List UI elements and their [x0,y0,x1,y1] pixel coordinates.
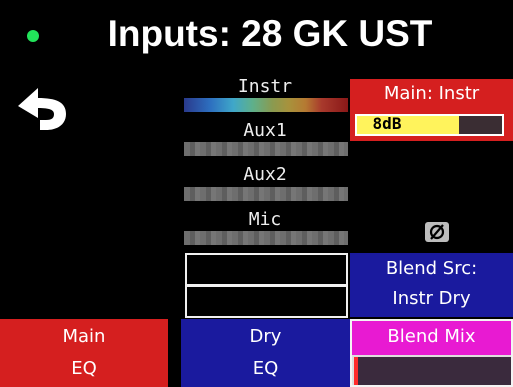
blend-source-label: Blend Src: [385,258,478,279]
blend-mix-slider-fill [354,357,358,385]
blend-mix-label: Blend Mix [387,326,476,347]
meter-label-aux1: Aux1 [243,120,287,141]
empty-slot-1 [185,253,348,286]
page-title: Inputs: 28 GK UST [107,13,433,54]
meter-aux2 [184,187,348,201]
empty-slot-2 [185,285,348,318]
blend-source-value: Instr Dry [392,288,471,309]
gain-value: 8dB [372,114,402,133]
dry-eq-line2: EQ [252,358,279,379]
meter-mic [184,231,348,245]
status-indicator [27,30,39,42]
meter-label-instr: Instr [237,76,293,97]
main-eq-button[interactable]: Main EQ [0,319,168,387]
back-arrow-icon[interactable] [14,86,76,132]
dry-eq-line1: Dry [249,326,282,347]
phase-invert-icon[interactable] [425,222,449,242]
main-eq-line2: EQ [71,358,97,379]
meter-aux1 [184,142,348,156]
dry-eq-button[interactable]: Dry EQ [181,319,350,387]
blend-mix-slider[interactable] [352,355,511,385]
meter-instr [184,98,348,112]
main-instr-label: Main: Instr [383,83,480,104]
meter-label-mic: Mic [248,209,282,230]
meter-label-aux2: Aux2 [243,164,287,185]
main-eq-line1: Main [62,326,106,347]
